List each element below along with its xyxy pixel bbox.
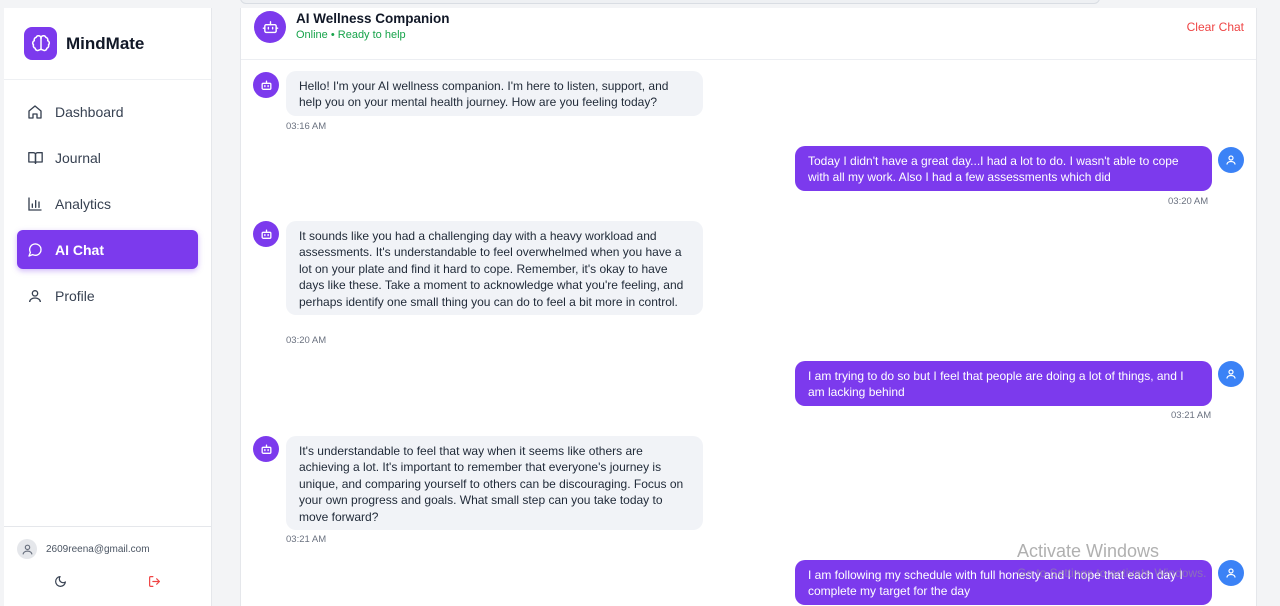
ai-message-bubble: It's understandable to feel that way whe… — [286, 436, 703, 531]
ai-message-bubble: It sounds like you had a challenging day… — [286, 221, 703, 316]
sidebar-item-label: Profile — [55, 287, 95, 304]
chat-header: AI Wellness Companion Online • Ready to … — [241, 8, 1256, 60]
bot-icon — [253, 72, 279, 98]
sidebar-item-label: Analytics — [55, 195, 112, 212]
message-timestamp: 03:21 AM — [286, 534, 327, 545]
brand: MindMate — [4, 8, 211, 80]
ai-message-bubble: Hello! I'm your AI wellness companion. I… — [286, 71, 703, 116]
message-circle-icon — [26, 241, 44, 259]
activate-windows-title: Activate Windows — [1017, 541, 1160, 561]
sidebar: MindMate Dashboard Journal Analytics AI … — [4, 8, 212, 606]
brain-icon — [24, 27, 57, 60]
user-area: 2609reena@gmail.com — [4, 526, 212, 606]
brand-name: MindMate — [66, 33, 145, 53]
moon-icon[interactable] — [54, 575, 67, 593]
user-email: 2609reena@gmail.com — [46, 543, 150, 555]
sidebar-item-label: AI Chat — [55, 241, 104, 258]
message-timestamp: 03:16 AM — [286, 121, 327, 132]
sidebar-item-ai-chat[interactable]: AI Chat — [17, 230, 198, 269]
sidebar-item-profile[interactable]: Profile — [17, 276, 198, 315]
page-scrollbar[interactable] — [1258, 8, 1280, 606]
message-timestamp: 03:20 AM — [1168, 196, 1209, 207]
user-avatar-icon — [1218, 147, 1244, 173]
book-open-icon — [26, 149, 44, 167]
browser-scrollbar[interactable] — [240, 0, 1100, 4]
user-avatar-icon — [1218, 361, 1244, 387]
chat-panel: AI Wellness Companion Online • Ready to … — [240, 8, 1257, 606]
sidebar-item-journal[interactable]: Journal — [17, 138, 198, 177]
user-message-bubble: I am trying to do so but I feel that peo… — [795, 361, 1212, 406]
avatar — [17, 539, 37, 559]
sidebar-item-analytics[interactable]: Analytics — [17, 184, 198, 223]
bar-chart-icon — [26, 195, 44, 213]
message-timestamp: 03:20 AM — [286, 335, 327, 346]
clear-chat-button[interactable]: Clear Chat — [1187, 20, 1244, 34]
logout-icon[interactable] — [148, 575, 161, 593]
message-timestamp: 03:21 AM — [1171, 410, 1212, 421]
chat-status: Online • Ready to help — [296, 29, 406, 41]
bot-icon — [253, 436, 279, 462]
sidebar-item-label: Dashboard — [55, 103, 124, 120]
bot-icon — [253, 221, 279, 247]
sidebar-item-label: Journal — [55, 149, 101, 166]
activate-windows-subtitle: Go to Settings to activate Windows. — [1017, 566, 1207, 580]
user-actions — [4, 559, 212, 589]
bot-avatar — [254, 11, 286, 43]
chat-title: AI Wellness Companion — [296, 11, 450, 26]
user-message-bubble: Today I didn't have a great day...I had … — [795, 146, 1212, 191]
user-icon — [26, 287, 44, 305]
home-icon — [26, 103, 44, 121]
sidebar-item-dashboard[interactable]: Dashboard — [17, 92, 198, 131]
sidebar-nav: Dashboard Journal Analytics AI Chat Prof… — [4, 80, 211, 334]
user-row: 2609reena@gmail.com — [4, 527, 212, 559]
